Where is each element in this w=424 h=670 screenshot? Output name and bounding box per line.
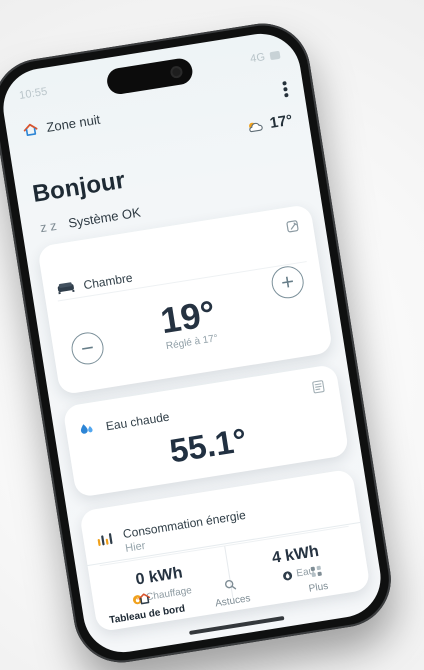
nav-label-astuces: Astuces <box>214 593 252 610</box>
home-zone-icon <box>21 120 39 138</box>
edit-room-icon[interactable] <box>284 218 302 236</box>
battery-icon <box>269 50 281 61</box>
zone-selector[interactable]: Zone nuit <box>21 111 101 139</box>
sleep-icon: z z <box>38 217 58 236</box>
water-title: Eau chaude <box>104 409 171 434</box>
status-right-group: 4G <box>249 49 281 66</box>
energy-chart-icon <box>94 529 115 550</box>
network-label: 4G <box>249 51 267 66</box>
zone-label: Zone nuit <box>45 111 102 135</box>
nav-plus[interactable]: Plus <box>272 558 362 600</box>
phone-frame: 10:55 4G Zone nuit 17° Bonjour z z Systè… <box>0 16 398 670</box>
phone-screen: 10:55 4G Zone nuit 17° Bonjour z z Systè… <box>0 28 387 658</box>
mockup-stage: 10:55 4G Zone nuit 17° Bonjour z z Systè… <box>0 0 424 670</box>
grid-icon <box>308 563 324 579</box>
system-status-row: z z Système OK <box>39 205 142 236</box>
weather-temperature: 17° <box>268 111 294 132</box>
water-drop-icon <box>77 420 97 439</box>
nav-label-plus: Plus <box>308 580 329 595</box>
more-dot-3 <box>284 92 289 98</box>
more-dot-1 <box>282 81 287 86</box>
water-detail-icon[interactable] <box>309 378 327 396</box>
status-time: 10:55 <box>18 85 49 102</box>
weather-icon <box>245 118 265 135</box>
room-card[interactable]: Chambre − + 19° Réglé à 17° <box>37 203 334 396</box>
sofa-icon <box>55 280 77 297</box>
search-icon <box>222 577 238 593</box>
home-icon <box>137 591 153 607</box>
greeting-title: Bonjour <box>30 166 128 208</box>
room-title-group: Chambre <box>55 271 133 297</box>
system-status-label: Système OK <box>67 204 142 231</box>
nav-tableau-de-bord[interactable]: Tableau de bord <box>101 585 191 627</box>
more-options-icon[interactable] <box>282 81 289 98</box>
more-dot-2 <box>283 86 288 92</box>
nav-label-tableau-de-bord: Tableau de bord <box>108 603 186 627</box>
weather-widget: 17° <box>245 112 294 136</box>
nav-astuces[interactable]: Astuces <box>186 571 276 613</box>
